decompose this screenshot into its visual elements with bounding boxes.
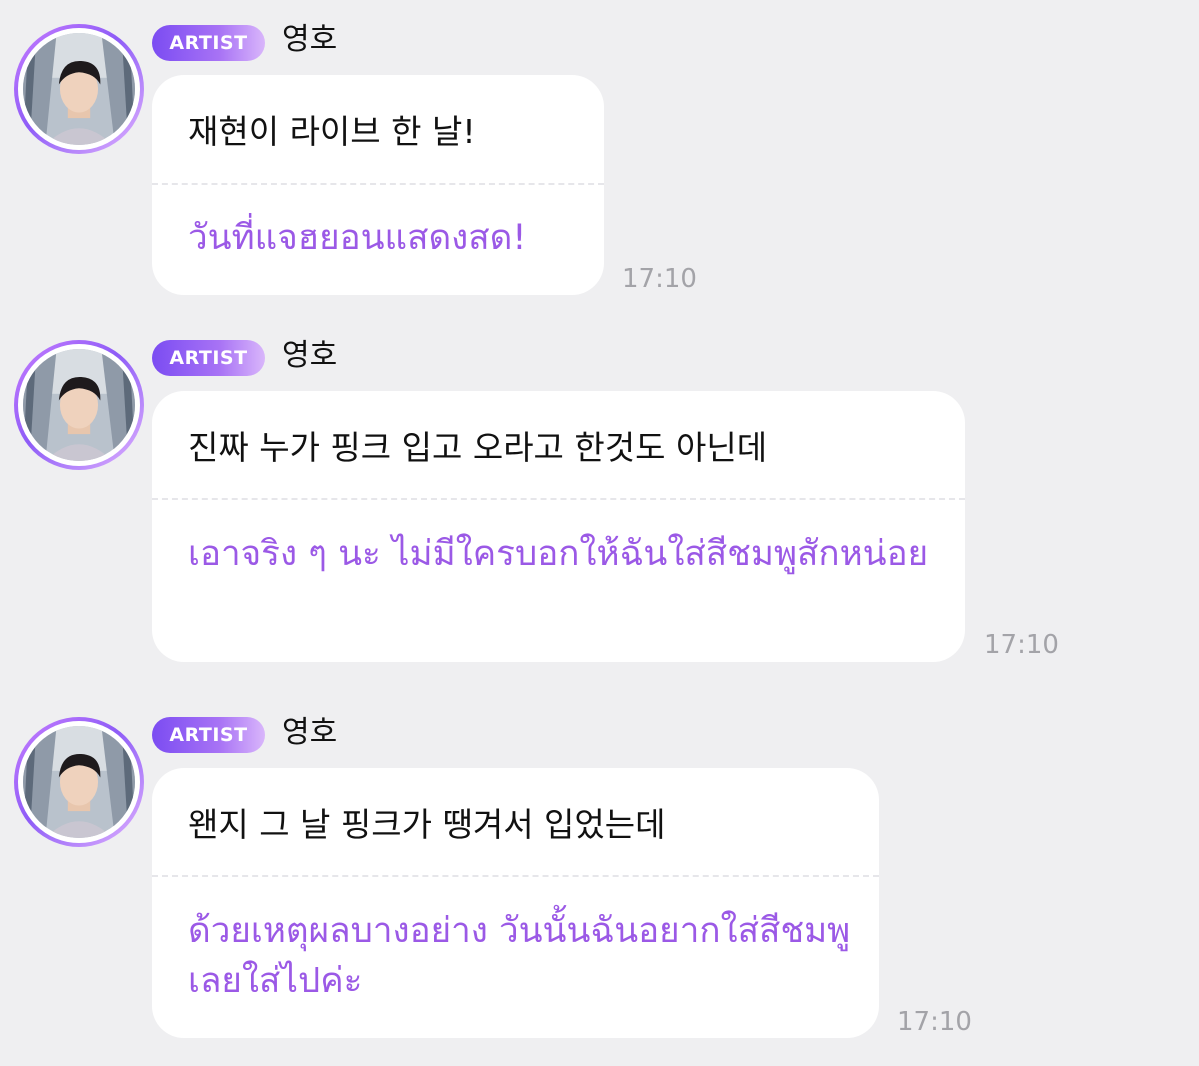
divider: [152, 875, 879, 877]
artist-photo-icon: [23, 726, 135, 838]
artist-badge: ARTIST: [152, 717, 265, 753]
timestamp: 17:10: [897, 1007, 972, 1037]
korean-text: 왠지 그 날 핑크가 땡겨서 입었는데: [188, 805, 666, 844]
message-bubble[interactable]: 왠지 그 날 핑크가 땡겨서 입었는데 ด้วยเหตุผลบางอย่าง ว…: [152, 768, 879, 1038]
chat-message: ARTIST 영호 왠지 그 날 핑크가 땡겨서 입었는데 ด้วยเหตุผล…: [0, 0, 1199, 1040]
thai-translation: ด้วยเหตุผลบางอย่าง วันนั้นฉันอยากใส่สีชม…: [188, 911, 851, 1001]
sender-name: 영호: [282, 715, 338, 750]
avatar[interactable]: [14, 717, 144, 847]
